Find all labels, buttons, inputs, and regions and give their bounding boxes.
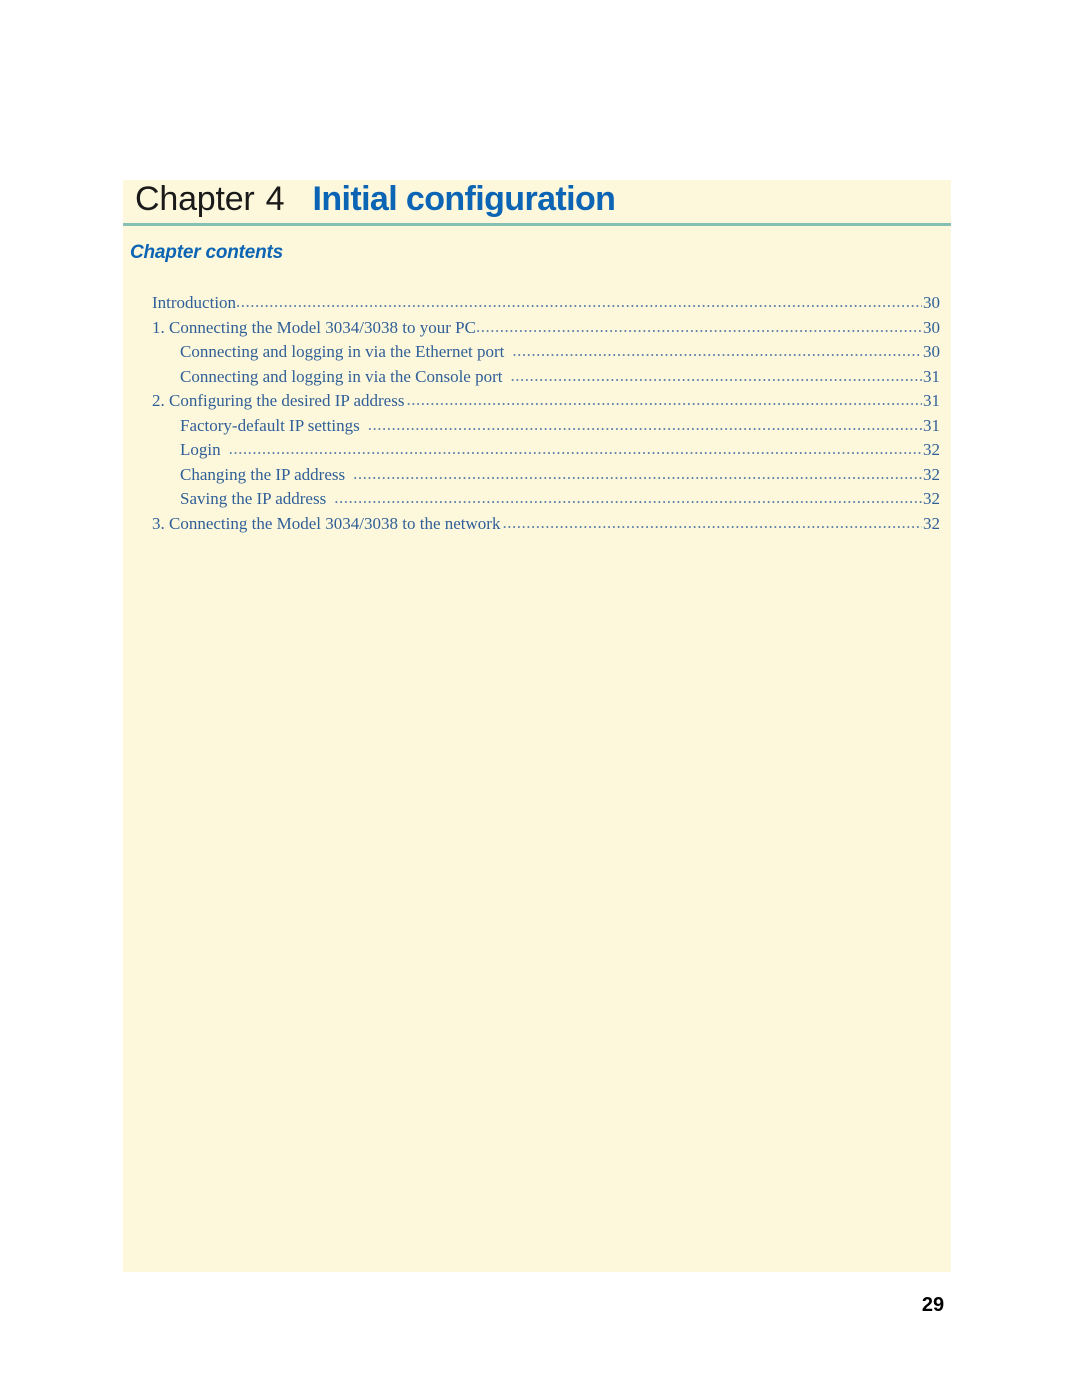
toc-entry-title: Introduction bbox=[152, 293, 237, 312]
toc-entry-page-number: 31 bbox=[923, 391, 940, 410]
toc-entry-page-number: 32 bbox=[923, 489, 940, 508]
toc-dot-leader bbox=[236, 293, 922, 310]
toc-entry[interactable]: Connecting and logging in via the Ethern… bbox=[123, 342, 951, 367]
toc-dot-leader bbox=[334, 489, 922, 506]
toc-entry-page-number: 31 bbox=[923, 415, 940, 435]
toc-dot-leader bbox=[353, 465, 922, 482]
toc-entry[interactable]: 2. Configuring the desired IP address 31 bbox=[123, 391, 951, 416]
toc-entry-title: 2. Configuring the desired IP address bbox=[152, 391, 405, 410]
header-divider-rule bbox=[123, 223, 951, 226]
chapter-content-panel: Chapter 4 Initial configuration Chapter … bbox=[123, 180, 951, 1272]
toc-entry[interactable]: Login 32 bbox=[123, 440, 951, 465]
chapter-label: Chapter bbox=[135, 180, 255, 218]
toc-entry-title: Saving the IP address bbox=[180, 489, 327, 508]
toc-dot-leader bbox=[229, 440, 922, 457]
toc-entry-page-number: 30 bbox=[923, 342, 940, 361]
toc-entry[interactable]: Factory-default IP settings 31 bbox=[123, 416, 951, 441]
toc-entry[interactable]: Saving the IP address 32 bbox=[123, 489, 951, 514]
toc-dot-leader bbox=[368, 416, 922, 433]
toc-entry-title: Factory-default IP settings bbox=[180, 415, 360, 435]
chapter-title: Initial configuration bbox=[312, 180, 616, 218]
toc-entry-page-number: 32 bbox=[923, 513, 940, 533]
toc-entry-page-number: 30 bbox=[923, 293, 940, 312]
toc-dot-leader bbox=[406, 391, 922, 408]
chapter-number: 4 bbox=[265, 180, 285, 218]
toc-entry-title: Connecting and logging in via the Ethern… bbox=[180, 342, 505, 361]
toc-entry[interactable]: Connecting and logging in via the Consol… bbox=[123, 367, 951, 392]
toc-entry-title: Login bbox=[180, 440, 221, 459]
toc-entry-page-number: 31 bbox=[923, 366, 940, 386]
toc-dot-leader bbox=[512, 342, 922, 359]
toc-entry[interactable]: 1. Connecting the Model 3034/3038 to you… bbox=[123, 318, 951, 343]
toc-entry-title: Connecting and logging in via the Consol… bbox=[180, 366, 503, 386]
page-number-folio: 29 bbox=[921, 1294, 945, 1316]
toc-entry-page-number: 32 bbox=[923, 440, 940, 459]
toc-entry-page-number: 32 bbox=[923, 464, 940, 484]
toc-entry-title: Changing the IP address bbox=[180, 464, 346, 484]
toc-entry-title: 1. Connecting the Model 3034/3038 to you… bbox=[152, 317, 476, 337]
toc-dot-leader bbox=[511, 367, 923, 384]
table-of-contents: Introduction 30 1. Connecting the Model 30… bbox=[123, 293, 951, 538]
toc-dot-leader bbox=[476, 318, 922, 335]
toc-entry[interactable]: Introduction 30 bbox=[123, 293, 951, 318]
chapter-header: Chapter 4 Initial configuration bbox=[135, 180, 616, 223]
toc-dot-leader bbox=[502, 514, 922, 531]
toc-entry-title: 3. Connecting the Model 3034/3038 to the… bbox=[152, 513, 501, 533]
toc-entry[interactable]: 3. Connecting the Model 3034/3038 to the… bbox=[123, 514, 951, 539]
toc-entry[interactable]: Changing the IP address 32 bbox=[123, 465, 951, 490]
toc-entry-page-number: 30 bbox=[923, 317, 940, 337]
chapter-contents-heading: Chapter contents bbox=[130, 242, 284, 263]
